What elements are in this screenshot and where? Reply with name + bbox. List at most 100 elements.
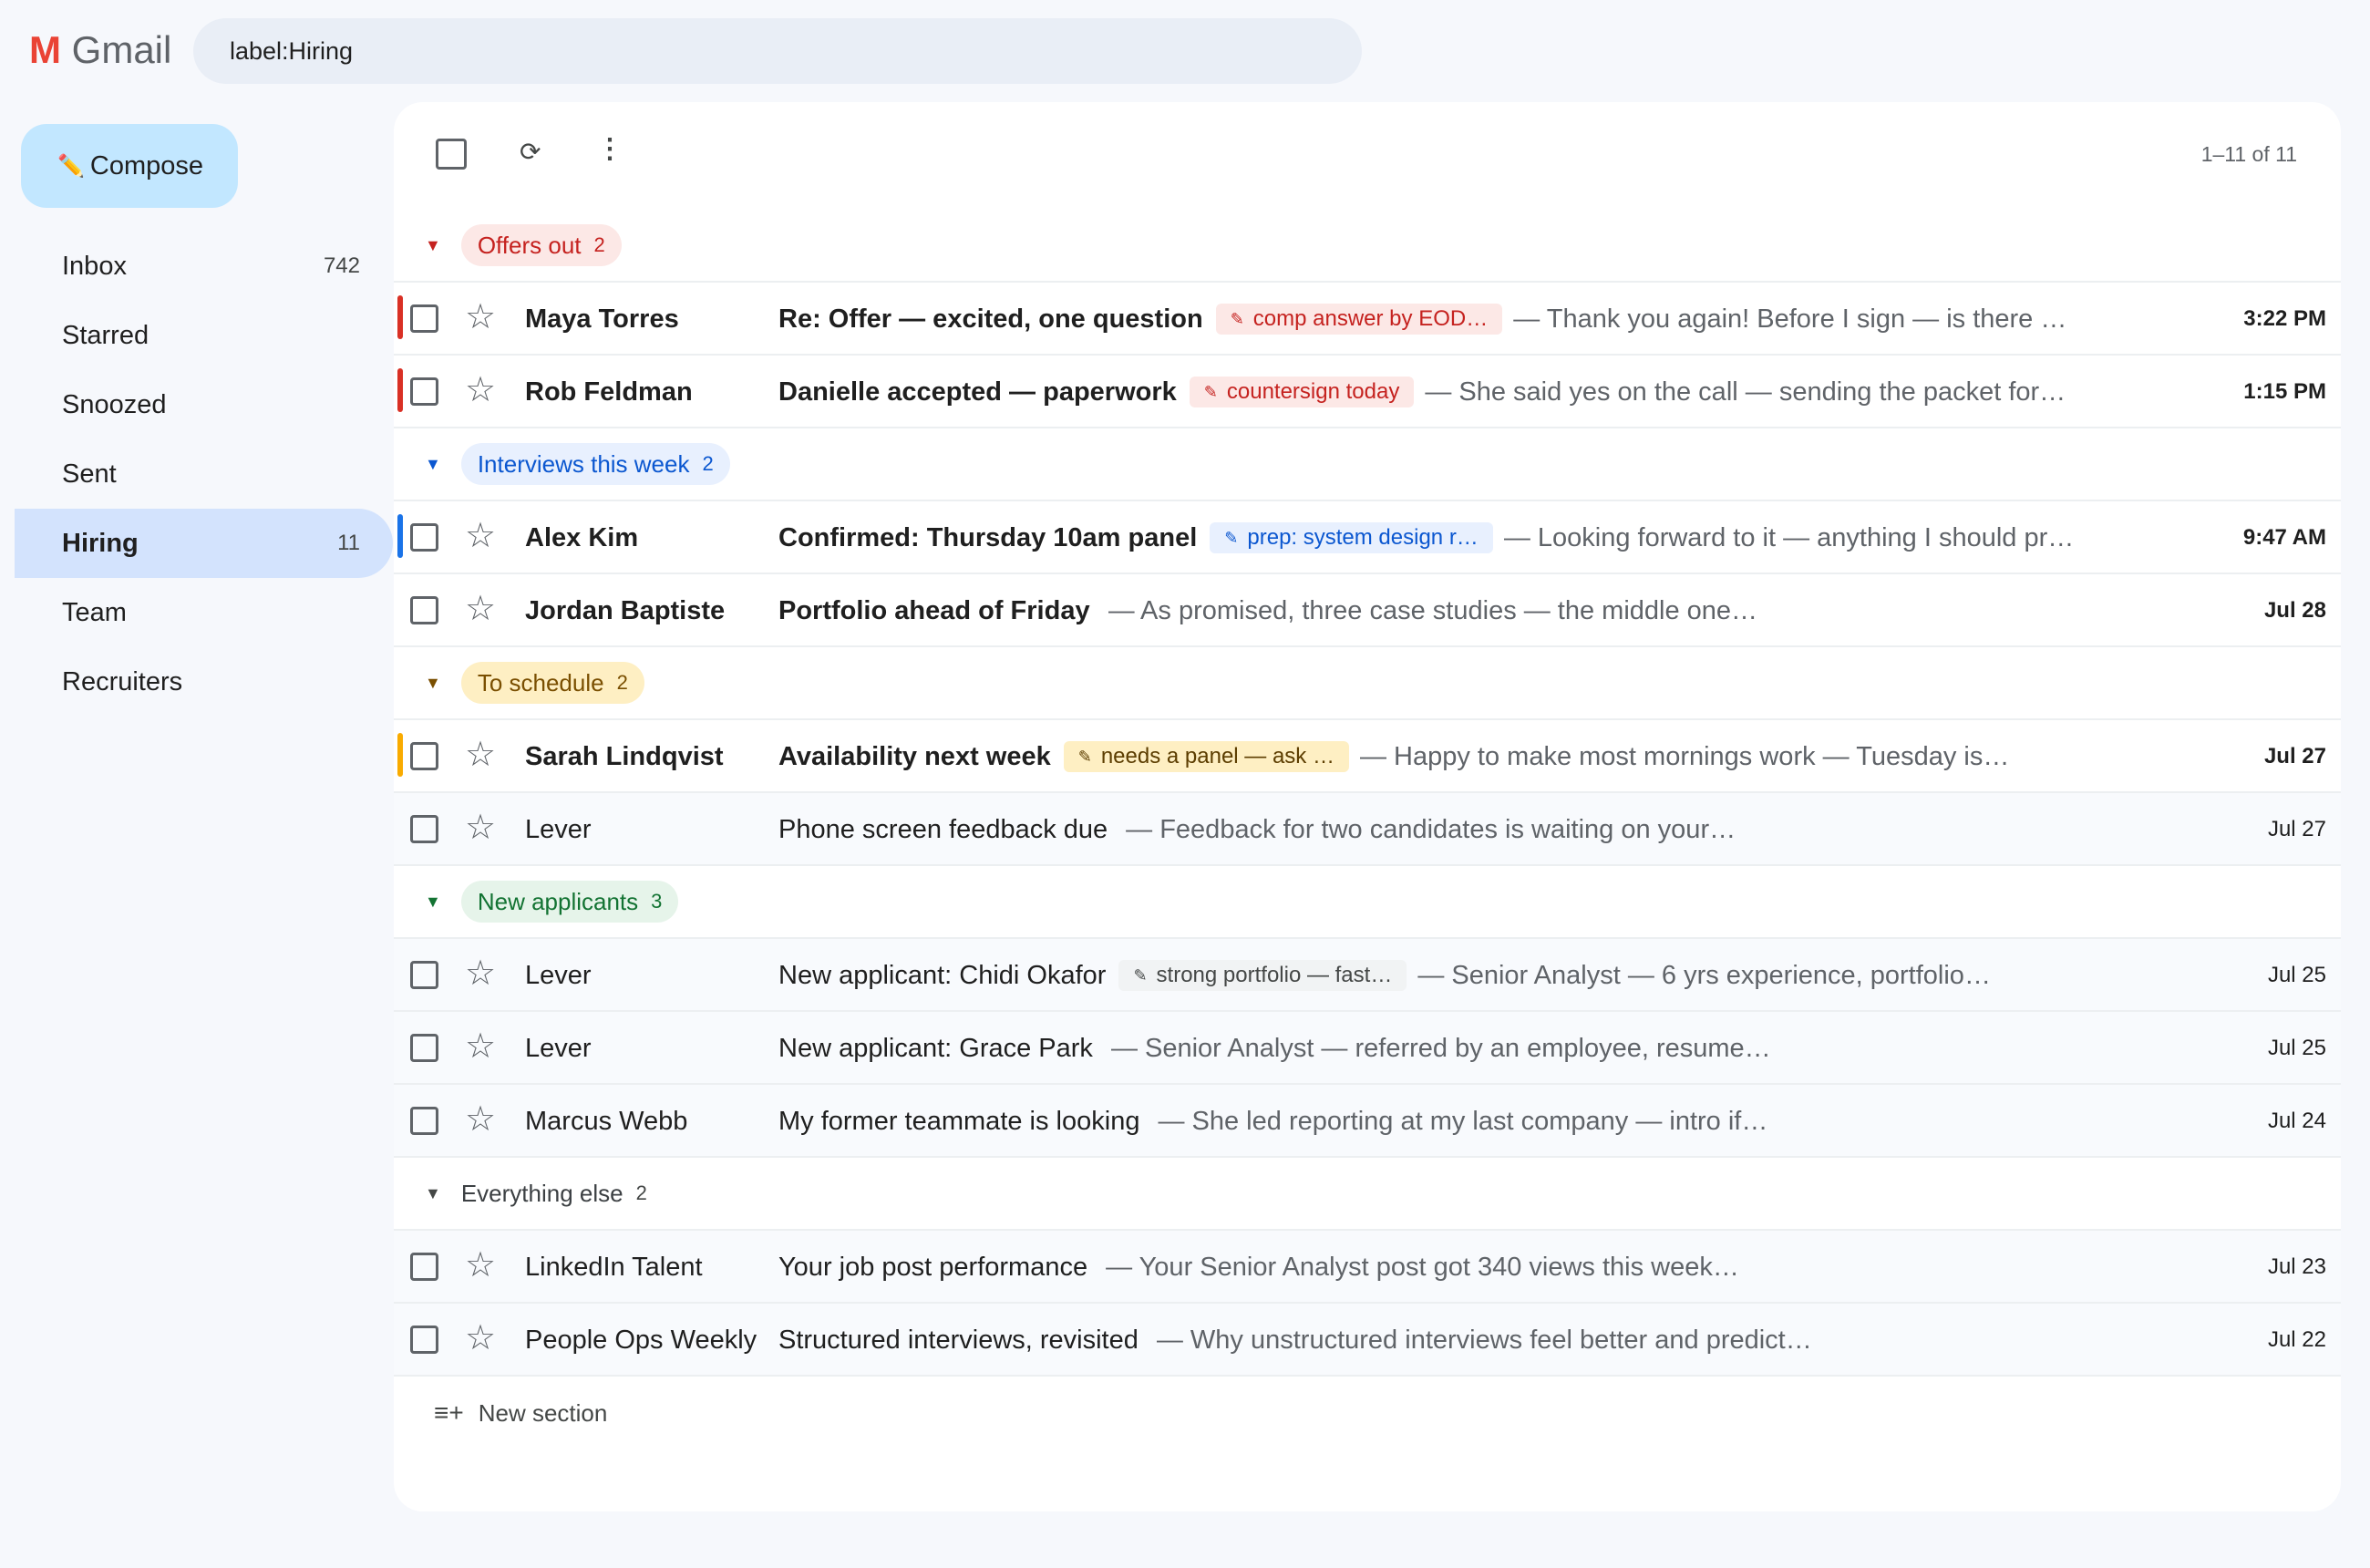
email-sender: Sarah Lindqvist [525,742,724,771]
email-subject: Danielle accepted — paperwork [778,377,1177,407]
email-date: Jul 23 [2267,1254,2326,1279]
sidebar-item-hiring[interactable]: Hiring 11 [15,509,393,578]
email-subject: Phone screen feedback due [778,814,1108,844]
note-icon: ✎ [1230,309,1244,328]
priority-bar [397,295,403,339]
note-icon: ✎ [1133,965,1148,985]
section-header-offers-out[interactable]: ▼ Offers out 2 [394,210,2341,283]
caret-down-icon[interactable]: ▼ [425,892,441,912]
email-content: Danielle accepted — paperwork ✎ countersi… [778,356,2076,428]
email-sender: People Ops Weekly [525,1326,757,1355]
section-title: To schedule [477,668,604,696]
section-count: 2 [702,452,714,475]
star-icon[interactable]: ☆ [465,1099,496,1140]
gmail-logo[interactable]: M Gmail [29,27,171,73]
email-row[interactable]: ☆ Jordan Baptiste Portfolio ahead of Fri… [394,574,2341,647]
section-header-new-applicants[interactable]: ▼ New applicants 3 [394,866,2341,939]
star-icon[interactable]: ☆ [465,1245,496,1285]
compose-button[interactable]: ✏️ Compose [21,124,238,208]
email-row[interactable]: ☆ Lever New applicant: Chidi Okafor ✎ str… [394,939,2341,1012]
email-snippet: — Senior Analyst — 6 yrs experience, por… [1417,960,1991,990]
sidebar-item-sent[interactable]: Sent [15,439,393,509]
section-header-to-schedule[interactable]: ▼ To schedule 2 [394,647,2341,720]
email-snippet: — She said yes on the call — sending the… [1425,377,2066,407]
email-row[interactable]: ☆ Maya Torres Re: Offer — excited, one q… [394,283,2341,356]
sidebar-item-snoozed[interactable]: Snoozed [15,370,393,439]
sidebar-item-recruiters[interactable]: Recruiters [15,647,393,717]
pagination-range: 1–11 of 11 [2200,142,2297,166]
sidebar-item-inbox[interactable]: Inbox 742 [15,232,393,301]
email-row[interactable]: ☆ Marcus Webb My former teammate is look… [394,1085,2341,1158]
section-count: 3 [651,890,663,913]
row-checkbox[interactable] [410,1253,438,1281]
email-row[interactable]: ☆ Alex Kim Confirmed: Thursday 10am pane… [394,501,2341,574]
email-date: 3:22 PM [2243,306,2326,331]
email-content: My former teammate is looking — She led … [778,1085,2076,1158]
email-sender: Marcus Webb [525,1107,688,1136]
sidebar-item-starred[interactable]: Starred [15,301,393,370]
star-icon[interactable]: ☆ [465,297,496,337]
unread-count: 742 [323,253,360,278]
email-snippet: — As promised, three case studies — the … [1108,595,1758,625]
refresh-icon[interactable]: ⟳ [520,137,541,167]
caret-down-icon[interactable]: ▼ [425,674,441,693]
caret-down-icon[interactable]: ▼ [425,1184,441,1203]
row-checkbox[interactable] [410,742,438,770]
more-options-icon[interactable]: ⋮ [596,133,623,165]
star-icon[interactable]: ☆ [465,1318,496,1358]
star-icon[interactable]: ☆ [465,589,496,629]
section-header-interviews[interactable]: ▼ Interviews this week 2 [394,428,2341,501]
note-chip[interactable]: ✎ prep: system design r… [1210,522,1493,553]
section-count: 2 [593,233,605,256]
email-content: New applicant: Chidi Okafor ✎ strong port… [778,939,2076,1012]
star-icon[interactable]: ☆ [465,1026,496,1067]
search-input[interactable]: label:Hiring [193,18,1362,84]
note-text: comp answer by EOD… [1252,306,1489,331]
email-row[interactable]: ☆ Sarah Lindqvist Availability next week… [394,720,2341,793]
email-sender: LinkedIn Talent [525,1253,703,1282]
row-checkbox[interactable] [410,961,438,989]
star-icon[interactable]: ☆ [465,954,496,994]
note-chip[interactable]: ✎ comp answer by EOD… [1215,304,1503,335]
row-checkbox[interactable] [410,596,438,624]
section-header-everything-else[interactable]: ▼ Everything else 2 [394,1158,2341,1231]
section-title: Everything else [460,1179,623,1207]
row-checkbox[interactable] [410,304,438,333]
row-checkbox[interactable] [410,1034,438,1062]
note-chip[interactable]: ✎ strong portfolio — fast… [1118,960,1407,991]
email-date: 1:15 PM [2243,379,2326,404]
sidebar-item-team[interactable]: Team [15,578,393,647]
caret-down-icon[interactable]: ▼ [425,455,441,474]
email-sender: Jordan Baptiste [525,596,726,625]
email-subject: My former teammate is looking [778,1106,1140,1136]
caret-down-icon[interactable]: ▼ [425,236,441,255]
sidebar-item-label: Snoozed [62,389,167,419]
email-row[interactable]: ☆ LinkedIn Talent Your job post performa… [394,1231,2341,1304]
star-icon[interactable]: ☆ [465,735,496,775]
row-checkbox[interactable] [410,1326,438,1354]
note-text: prep: system design r… [1247,525,1479,550]
email-subject: New applicant: Chidi Okafor [778,960,1107,990]
email-row[interactable]: ☆ People Ops Weekly Structured interview… [394,1304,2341,1377]
email-row[interactable]: ☆ Lever Phone screen feedback due — Feed… [394,793,2341,866]
email-date: Jul 22 [2267,1327,2326,1352]
star-icon[interactable]: ☆ [465,370,496,410]
note-chip[interactable]: ✎ countersign today [1189,377,1415,407]
email-snippet: — She led reporting at my last company —… [1158,1106,1768,1136]
email-row[interactable]: ☆ Rob Feldman Danielle accepted — paperw… [394,356,2341,428]
email-subject: Re: Offer — excited, one question [778,304,1203,334]
row-checkbox[interactable] [410,523,438,552]
section-title: New applicants [477,887,639,915]
note-chip[interactable]: ✎ needs a panel — ask … [1063,741,1349,772]
email-row[interactable]: ☆ Lever New applicant: Grace Park — Seni… [394,1012,2341,1085]
select-all-checkbox[interactable] [436,139,467,170]
star-icon[interactable]: ☆ [465,516,496,556]
row-checkbox[interactable] [410,377,438,406]
row-checkbox[interactable] [410,815,438,843]
new-section-button[interactable]: ≡+ New section [394,1377,2341,1449]
email-content: Confirmed: Thursday 10am panel ✎ prep: sy… [778,501,2076,574]
email-subject: Structured interviews, revisited [778,1325,1139,1355]
row-checkbox[interactable] [410,1107,438,1135]
star-icon[interactable]: ☆ [465,808,496,848]
email-content: Re: Offer — excited, one question ✎ comp … [778,283,2076,356]
